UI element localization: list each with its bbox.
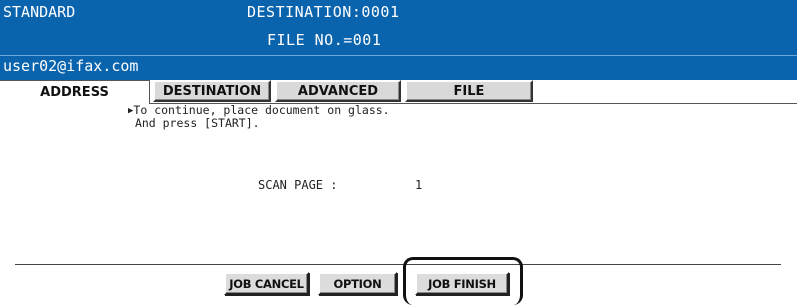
instruction-line-2: And press [START]. [134, 116, 260, 130]
user-address: user02@ifax.com [3, 57, 139, 75]
scan-page-label: SCAN PAGE : [258, 178, 338, 192]
mode-label: STANDARD [3, 3, 76, 21]
bottom-divider [15, 264, 781, 265]
file-number: FILE NO.=001 [267, 31, 382, 49]
header-bar: STANDARD DESTINATION:0001 FILE NO.=001 u… [0, 0, 797, 80]
job-cancel-button[interactable]: JOB CANCEL [224, 272, 309, 295]
scan-page-value: 1 [415, 178, 423, 192]
tab-address[interactable]: ADDRESS [0, 80, 150, 104]
destination-count: DESTINATION:0001 [247, 3, 400, 21]
tab-advanced[interactable]: ADVANCED [275, 80, 401, 102]
option-button[interactable]: OPTION [318, 272, 397, 295]
tab-destination[interactable]: DESTINATION [153, 80, 271, 102]
tab-file[interactable]: FILE [405, 80, 533, 102]
instruction-message: ▶To continue, place document on glass. A… [128, 103, 390, 130]
user-bar: user02@ifax.com [0, 55, 797, 75]
arrow-icon: ▶ [128, 106, 134, 116]
tab-bar: ADDRESS DESTINATION ADVANCED FILE [0, 80, 797, 104]
instruction-line-1: To continue, place document on glass. [133, 103, 390, 117]
job-finish-button[interactable]: JOB FINISH [415, 272, 509, 295]
scan-screen: STANDARD DESTINATION:0001 FILE NO.=001 u… [0, 0, 797, 305]
